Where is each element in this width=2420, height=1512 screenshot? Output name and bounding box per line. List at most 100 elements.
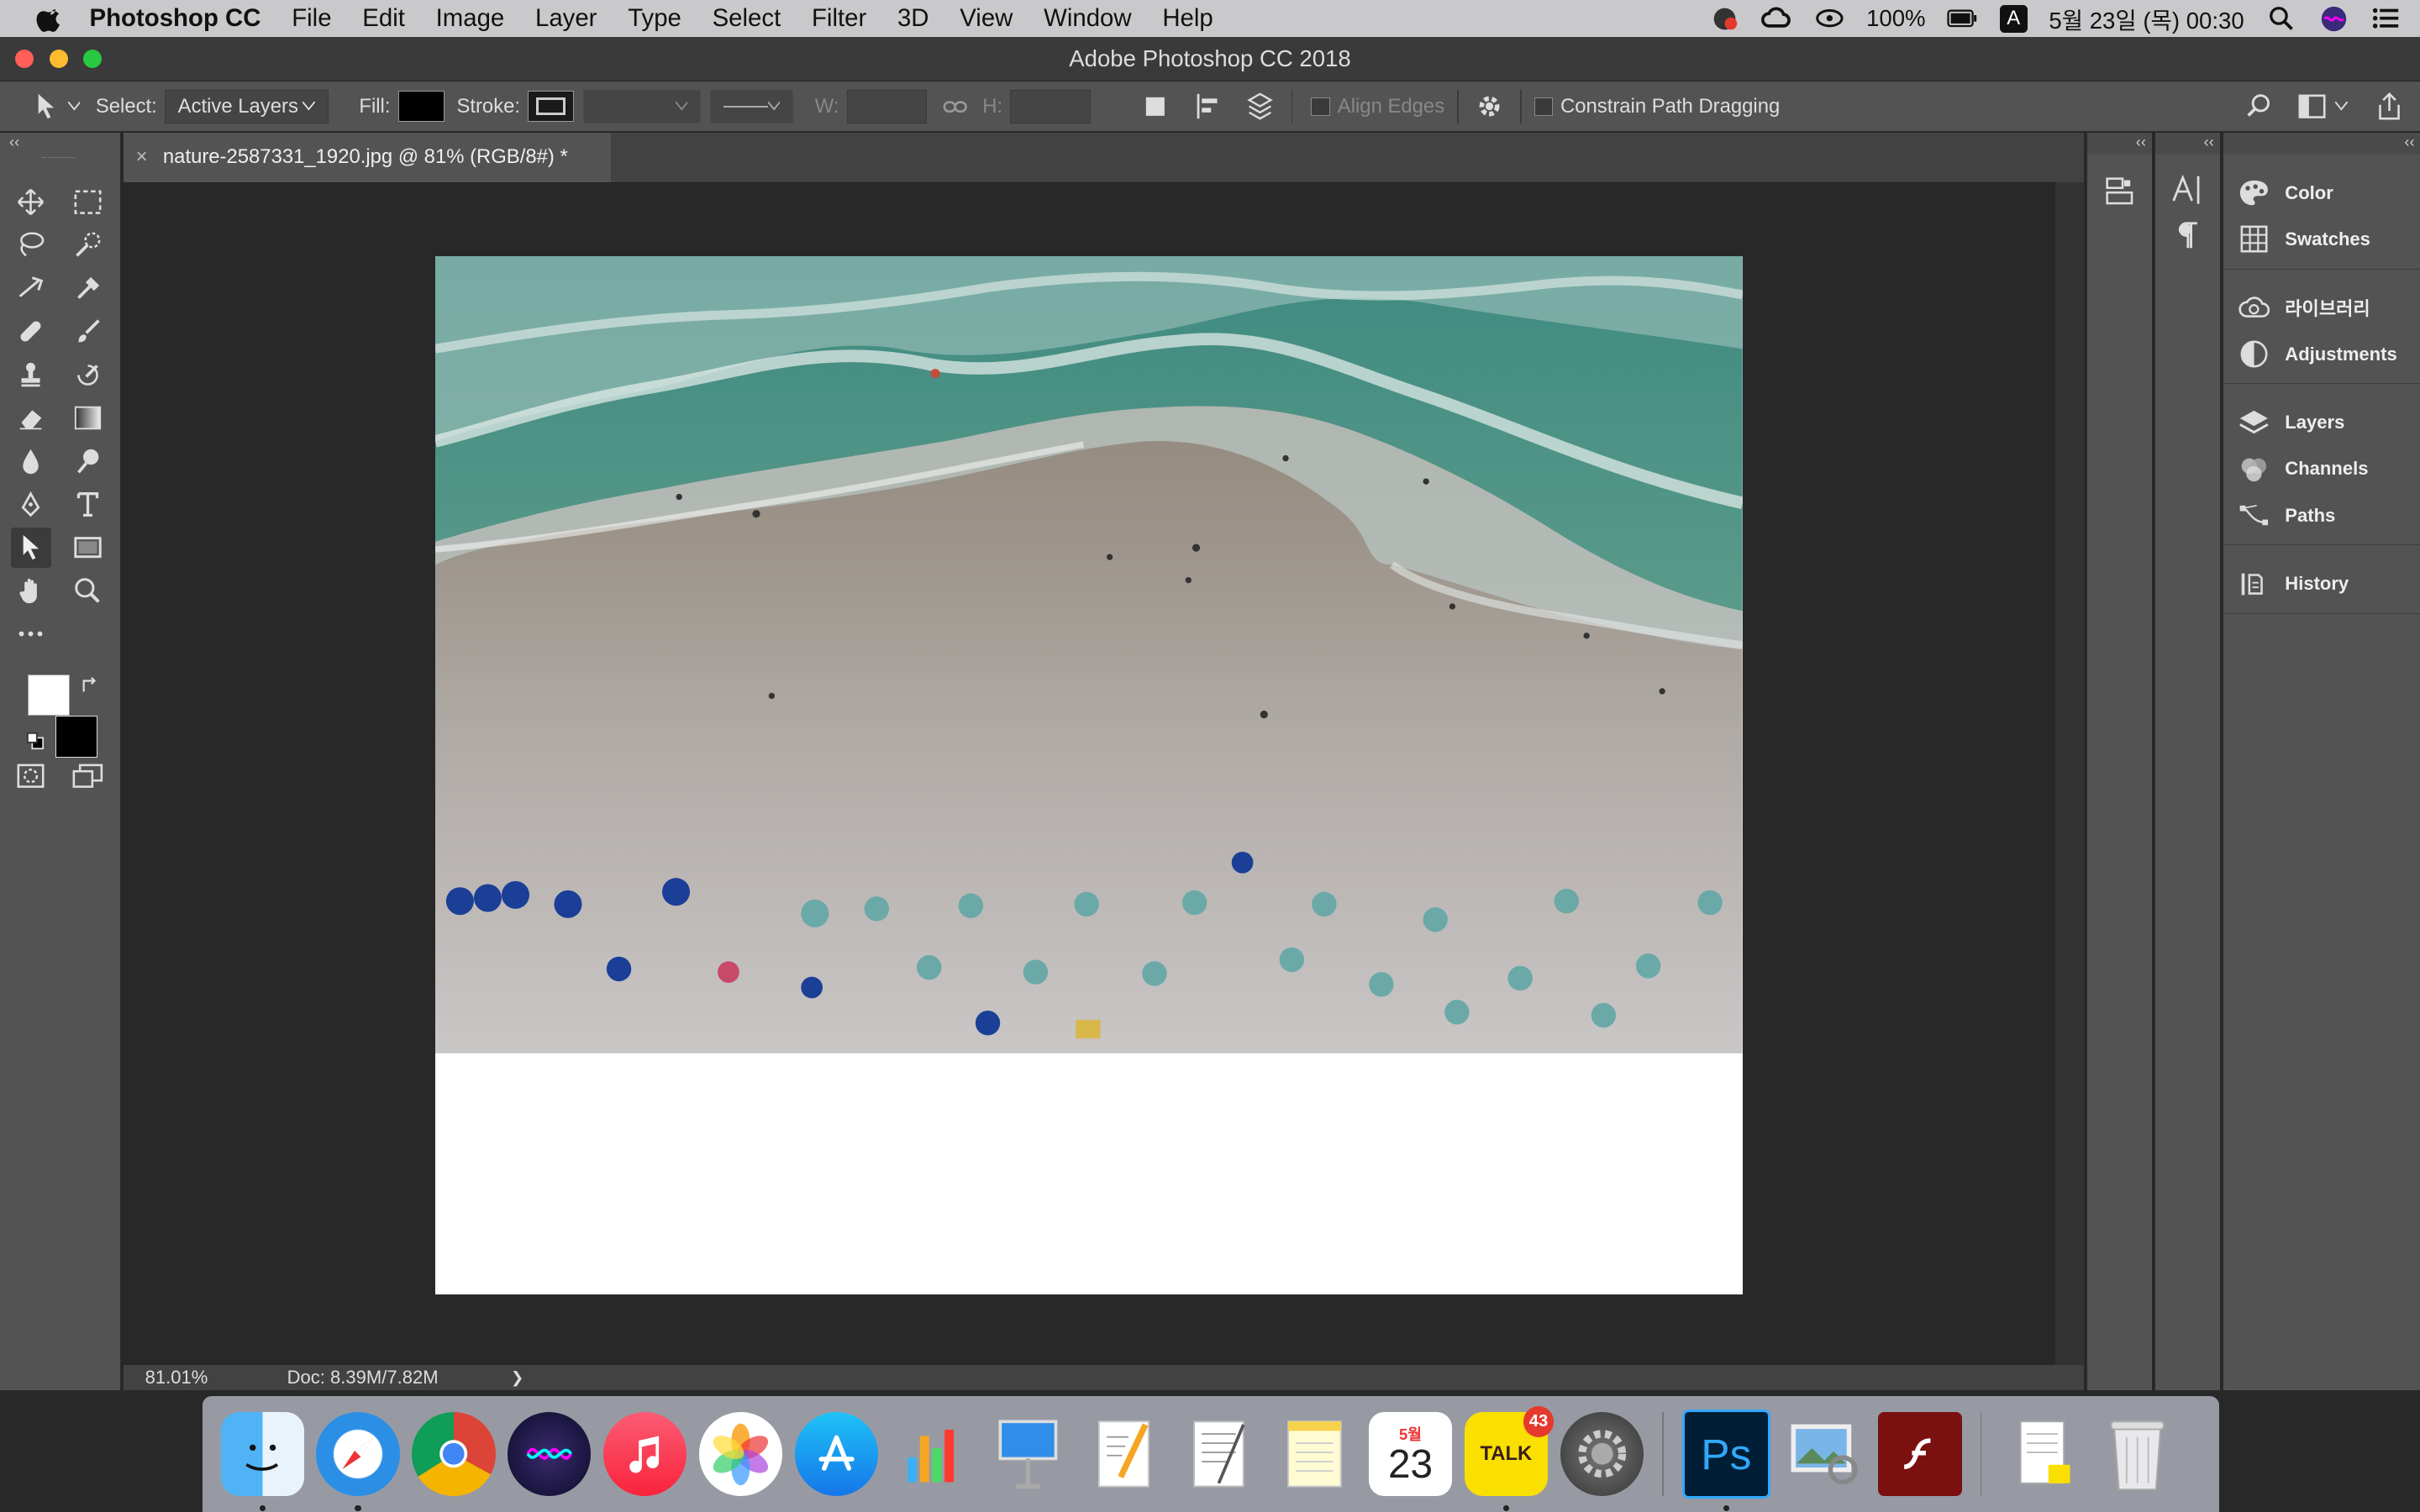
panel-layers[interactable]: Layers	[2223, 400, 2420, 446]
flash-player-icon[interactable]	[1878, 1412, 1962, 1496]
menu-select[interactable]: Select	[713, 4, 781, 33]
safari-icon[interactable]	[316, 1412, 400, 1512]
close-tab-icon[interactable]: ×	[136, 145, 148, 169]
collapse-arrows-icon[interactable]: ‹‹	[2223, 132, 2420, 155]
panel-adjustments[interactable]: Adjustments	[2223, 331, 2420, 377]
gear-icon[interactable]	[1470, 90, 1507, 123]
workspace-icon[interactable]	[2293, 90, 2330, 123]
trash-icon[interactable]	[2096, 1412, 2179, 1495]
menu-edit[interactable]: Edit	[362, 4, 405, 33]
healing-brush-tool-icon[interactable]	[11, 312, 51, 352]
character-panel-icon[interactable]	[2155, 173, 2220, 207]
stroke-type-dropdown[interactable]	[709, 89, 794, 123]
properties-3d-icon[interactable]	[2087, 176, 2152, 207]
dodge-tool-icon[interactable]	[68, 441, 108, 481]
menu-file[interactable]: File	[292, 4, 331, 33]
spotlight-search-icon[interactable]	[2265, 5, 2296, 33]
app-store-icon[interactable]	[794, 1412, 878, 1496]
search-icon[interactable]	[2241, 90, 2278, 123]
panel-libraries[interactable]: 라이브러리	[2223, 285, 2420, 331]
panel-color[interactable]: Color	[2223, 170, 2420, 216]
screen-mode-icon[interactable]	[68, 756, 108, 796]
minimize-window-button[interactable]	[49, 49, 68, 68]
path-selection-tool-icon[interactable]	[10, 528, 51, 568]
itunes-icon[interactable]	[603, 1412, 687, 1496]
pages-icon[interactable]	[1081, 1412, 1165, 1495]
path-selection-tool-preset-icon[interactable]	[28, 90, 65, 123]
zoom-level[interactable]: 81.01%	[145, 1367, 254, 1389]
hand-tool-icon[interactable]	[11, 571, 51, 612]
notification-app-icon[interactable]	[1709, 5, 1740, 33]
downloads-stack-icon[interactable]	[2001, 1412, 2084, 1495]
panel-channels[interactable]: Channels	[2223, 446, 2420, 492]
foreground-color-swatch[interactable]	[28, 674, 70, 717]
collapse-arrows-icon[interactable]: ‹‹	[2155, 132, 2221, 155]
marquee-tool-icon[interactable]	[68, 182, 108, 223]
menu-app-name[interactable]: Photoshop CC	[90, 4, 261, 33]
quick-selection-tool-icon[interactable]	[68, 225, 108, 265]
siri-icon[interactable]	[2318, 5, 2349, 33]
background-color-swatch[interactable]	[55, 716, 97, 758]
path-operations-icon[interactable]	[1137, 90, 1174, 123]
lasso-tool-icon[interactable]	[11, 225, 51, 265]
history-brush-tool-icon[interactable]	[68, 354, 108, 395]
width-field[interactable]	[846, 89, 928, 123]
kakaotalk-icon[interactable]: TALK 43	[1464, 1406, 1555, 1512]
height-field[interactable]	[1010, 89, 1091, 123]
menu-type[interactable]: Type	[628, 4, 681, 33]
zoom-tool-icon[interactable]	[68, 571, 108, 612]
eyedropper-tool-icon[interactable]	[68, 269, 108, 309]
finder-icon[interactable]	[220, 1412, 304, 1512]
path-alignment-icon[interactable]	[1189, 90, 1226, 123]
more-tools-icon[interactable]	[11, 614, 51, 654]
photoshop-icon[interactable]: Ps	[1681, 1410, 1770, 1512]
preview-icon[interactable]	[1783, 1412, 1866, 1495]
creative-cloud-icon[interactable]	[1761, 5, 1792, 33]
siri-icon[interactable]	[508, 1412, 592, 1496]
select-dropdown[interactable]: Active Layers	[164, 89, 329, 123]
quick-mask-icon[interactable]	[11, 756, 51, 796]
menu-filter[interactable]: Filter	[812, 4, 866, 33]
type-tool-icon[interactable]	[68, 485, 108, 525]
clone-stamp-tool-icon[interactable]	[11, 354, 51, 395]
menu-help[interactable]: Help	[1162, 4, 1213, 33]
eraser-tool-icon[interactable]	[11, 398, 51, 438]
numbers-icon[interactable]	[891, 1412, 974, 1495]
vertical-scrollbar[interactable]	[2055, 181, 2084, 1368]
sync-icon[interactable]	[1814, 5, 1845, 33]
input-source-indicator[interactable]: A	[1999, 4, 2028, 33]
status-menu-arrow[interactable]: ❯	[511, 1368, 523, 1387]
keynote-icon[interactable]	[986, 1412, 1070, 1495]
document-canvas[interactable]	[434, 255, 1743, 1294]
paragraph-panel-icon[interactable]	[2155, 222, 2220, 249]
pen-tool-icon[interactable]	[11, 485, 51, 525]
gradient-tool-icon[interactable]	[68, 398, 108, 438]
menu-image[interactable]: Image	[436, 4, 505, 33]
document-tab[interactable]: × nature-2587331_1920.jpg @ 81% (RGB/8#)…	[123, 132, 612, 182]
align-edges-checkbox[interactable]	[1311, 97, 1330, 116]
battery-icon[interactable]	[1947, 5, 1978, 33]
chevron-down-icon[interactable]	[65, 90, 83, 123]
menubar-clock[interactable]: 5월 23일 (목) 00:30	[2049, 2, 2244, 35]
apple-icon[interactable]	[34, 5, 67, 33]
collapse-arrows-icon[interactable]: ‹‹	[2087, 132, 2153, 155]
link-icon[interactable]	[936, 90, 973, 123]
path-arrangement-icon[interactable]	[1242, 90, 1279, 123]
brush-tool-icon[interactable]	[68, 312, 108, 352]
notes-icon[interactable]	[1273, 1412, 1356, 1495]
blur-tool-icon[interactable]	[11, 441, 51, 481]
textedit-icon[interactable]	[1177, 1412, 1260, 1495]
move-tool-icon[interactable]	[11, 182, 51, 223]
notification-center-icon[interactable]	[2370, 5, 2402, 33]
panel-history[interactable]: History	[2223, 561, 2420, 607]
crop-tool-icon[interactable]	[11, 269, 51, 309]
stroke-swatch[interactable]	[528, 91, 575, 123]
close-window-button[interactable]	[15, 49, 34, 68]
menu-view[interactable]: View	[960, 4, 1013, 33]
menu-layer[interactable]: Layer	[535, 4, 597, 33]
constrain-path-checkbox[interactable]	[1534, 97, 1553, 116]
default-colors-icon[interactable]	[26, 728, 45, 757]
menu-3d[interactable]: 3D	[897, 4, 929, 33]
doc-size-info[interactable]: Doc: 8.39M/7.82M	[287, 1367, 488, 1389]
share-icon[interactable]	[2370, 90, 2407, 123]
